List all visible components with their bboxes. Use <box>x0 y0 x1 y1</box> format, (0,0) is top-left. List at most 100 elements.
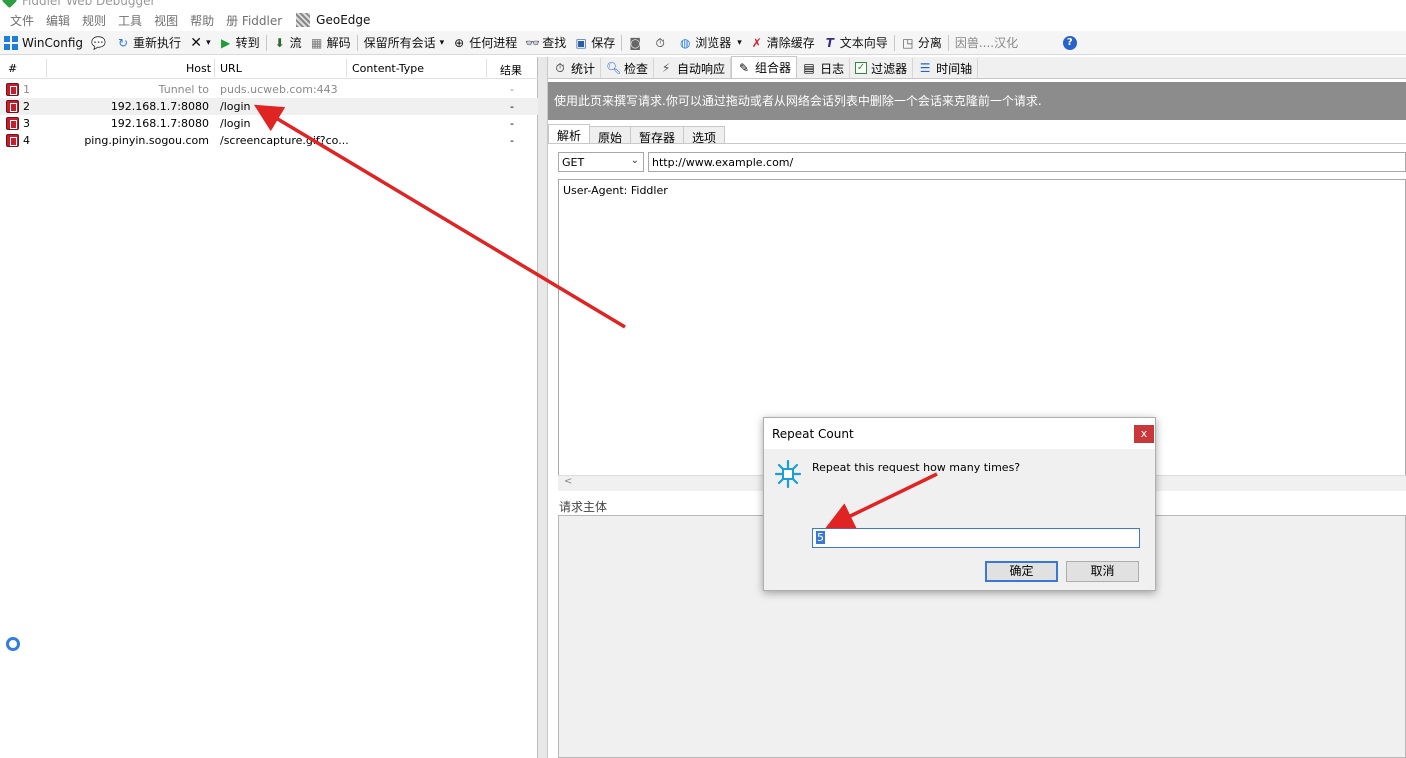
menu-edit[interactable]: 编辑 <box>40 12 76 29</box>
remove-button[interactable]: ✕ ▾ <box>185 32 215 54</box>
toolbar-divider <box>265 34 267 51</box>
replay-button[interactable]: ↻ 重新执行 <box>112 32 185 54</box>
geoedge-icon <box>296 13 311 27</box>
timeline-bars-icon: ☰ <box>919 61 931 75</box>
column-divider <box>486 59 487 77</box>
column-result[interactable]: 结果 <box>500 62 522 78</box>
chevron-down-icon: ▾ <box>206 37 211 48</box>
tab-parsed[interactable]: 解析 <box>548 124 591 144</box>
tab-inspectors[interactable]: 🔍︎ 检查 <box>601 58 655 78</box>
tearoff-window-icon: ◳ <box>902 35 914 50</box>
help-icon: ? <box>1062 35 1077 50</box>
lightning-icon: ⚡︎ <box>661 61 671 75</box>
table-row[interactable]: 2 192.168.1.7:8080 /login - <box>0 98 538 115</box>
session-icon <box>6 100 19 113</box>
any-process-button[interactable]: ⊕ 任何进程 <box>448 32 521 54</box>
magnifier-icon: 🔍︎ <box>606 61 622 75</box>
clear-cache-button[interactable]: ✗ 清除缓存 <box>746 32 819 54</box>
dialog-title-bar: Repeat Count <box>764 418 1155 449</box>
inspector-pane: ⏱ 统计 🔍︎ 检查 ⚡︎ 自动响应 ✎ 组合器 ▤ 日志 ✓ 过滤器 ☰ 时间轴 使用此页来… <box>548 56 1406 758</box>
save-button[interactable]: ▣ 保存 <box>570 32 619 54</box>
session-icon <box>6 83 19 96</box>
toolbar-divider <box>356 34 358 51</box>
crosshair-icon: ⊕ <box>454 35 465 50</box>
menu-bar: 文件 编辑 规则 工具 视图 帮助 册 Fiddler GeoEdge <box>0 9 1406 31</box>
session-icon <box>6 134 19 147</box>
close-icon: ✕ <box>190 34 202 51</box>
column-host[interactable]: Host <box>186 62 211 75</box>
stopwatch-icon: ⏱ <box>655 35 665 50</box>
stream-button[interactable]: ⬇ 流 <box>269 32 306 54</box>
timer-button[interactable]: ⏱ <box>649 32 674 54</box>
windows-icon <box>4 35 18 50</box>
table-row[interactable]: 1 Tunnel to puds.ucweb.com:443 - <box>0 81 538 98</box>
tearoff-button[interactable]: ◳ 分离 <box>897 32 946 54</box>
ok-button[interactable]: 确定 <box>985 561 1058 582</box>
session-list-header: # Host URL Content-Type 结果 <box>0 57 538 79</box>
dialog-close-button[interactable]: x <box>1134 425 1154 443</box>
table-row[interactable]: 4 ping.pinyin.sogou.com /screencapture.g… <box>0 132 538 149</box>
tab-filters[interactable]: ✓ 过滤器 <box>850 58 914 78</box>
menu-file[interactable]: 文件 <box>4 12 40 29</box>
repeat-count-input[interactable]: 5 <box>812 528 1140 548</box>
composer-subtabs: 解析 原始 暂存器 选项 <box>548 124 726 145</box>
http-method-select[interactable]: GET ⌄ <box>558 152 644 172</box>
menu-geoedge[interactable]: GeoEdge <box>314 13 376 27</box>
pane-splitter[interactable] <box>538 57 548 758</box>
menu-tools[interactable]: 工具 <box>112 12 148 29</box>
keep-sessions-dropdown[interactable]: 保留所有会话 ▾ <box>360 32 449 54</box>
repeat-count-dialog: Repeat Count x Repeat this request how m… <box>763 417 1156 591</box>
tab-options[interactable]: 选项 <box>683 126 726 145</box>
cancel-button[interactable]: 取消 <box>1066 561 1139 582</box>
stopwatch-icon: ⏱ <box>555 61 565 75</box>
column-url[interactable]: URL <box>220 62 242 75</box>
session-list[interactable]: # Host URL Content-Type 结果 1 Tunnel to p… <box>0 57 538 758</box>
comment-button[interactable]: 💬 <box>87 32 112 54</box>
composer-info-bar: 使用此页来撰写请求.你可以通过拖动或者从网络会话列表中删除一个会话来克隆前一个请… <box>548 82 1406 120</box>
url-input[interactable]: http://www.example.com/ <box>648 152 1406 172</box>
column-content-type[interactable]: Content-Type <box>352 62 424 75</box>
subtab-divider <box>548 143 1406 144</box>
dialog-message: Repeat this request how many times? <box>812 461 1021 474</box>
menu-rules[interactable]: 规则 <box>76 12 112 29</box>
title-bar: Fiddler Web Debugger <box>0 0 1406 9</box>
chevron-down-icon: ▾ <box>737 37 742 48</box>
window-title: Fiddler Web Debugger <box>22 0 156 8</box>
scroll-left-icon[interactable]: < <box>564 476 572 487</box>
help-button[interactable]: ? <box>1059 32 1081 54</box>
dialog-title: Repeat Count <box>772 427 854 441</box>
decode-grid-icon: ▦ <box>310 35 323 50</box>
fiddler-snowflake-icon <box>774 459 802 489</box>
toolbar-divider <box>621 34 623 51</box>
text-wizard-button[interactable]: T 文本向导 <box>819 32 892 54</box>
winconfig-button[interactable]: WinConfig <box>0 32 87 54</box>
column-divider <box>346 59 347 77</box>
request-body-label: 请求主体 <box>559 500 608 514</box>
repeat-count-value: 5 <box>816 531 825 544</box>
decode-button[interactable]: ▦ 解码 <box>306 32 355 54</box>
browser-globe-icon: ◍ <box>679 35 691 50</box>
column-number[interactable]: # <box>8 62 17 75</box>
tab-raw[interactable]: 原始 <box>589 126 632 145</box>
table-row[interactable]: 3 192.168.1.7:8080 /login - <box>0 115 538 132</box>
tab-autoresponder[interactable]: ⚡︎ 自动响应 <box>654 58 732 78</box>
tab-composer[interactable]: ✎ 组合器 <box>731 56 798 78</box>
menu-register-fiddler[interactable]: 册 Fiddler <box>220 12 288 29</box>
stream-arrow-icon: ⬇ <box>274 35 285 50</box>
toolbar: WinConfig 💬 ↻ 重新执行 ✕ ▾ ▶ 转到 ⬇ 流 ▦ 解码 保留所有会话 ▾ … <box>0 31 1406 55</box>
speech-bubble-icon: 💬 <box>91 35 106 50</box>
camera-icon: ◙ <box>629 35 642 50</box>
screenshot-button[interactable]: ◙ <box>624 32 649 54</box>
tab-timeline[interactable]: ☰ 时间轴 <box>913 58 979 78</box>
go-button[interactable]: ▶ 转到 <box>215 32 264 54</box>
tab-scratchpad[interactable]: 暂存器 <box>630 126 685 145</box>
find-button[interactable]: 👓 查找 <box>521 32 570 54</box>
browser-dropdown[interactable]: ◍ 浏览器 ▾ <box>674 32 746 54</box>
menu-view[interactable]: 视图 <box>148 12 184 29</box>
compose-pencil-icon: ✎ <box>739 60 750 75</box>
menu-help[interactable]: 帮助 <box>184 12 220 29</box>
tab-statistics[interactable]: ⏱ 统计 <box>548 58 602 78</box>
tab-log[interactable]: ▤ 日志 <box>797 58 851 78</box>
chevron-down-icon: ▾ <box>439 37 445 48</box>
play-icon: ▶ <box>220 35 231 50</box>
